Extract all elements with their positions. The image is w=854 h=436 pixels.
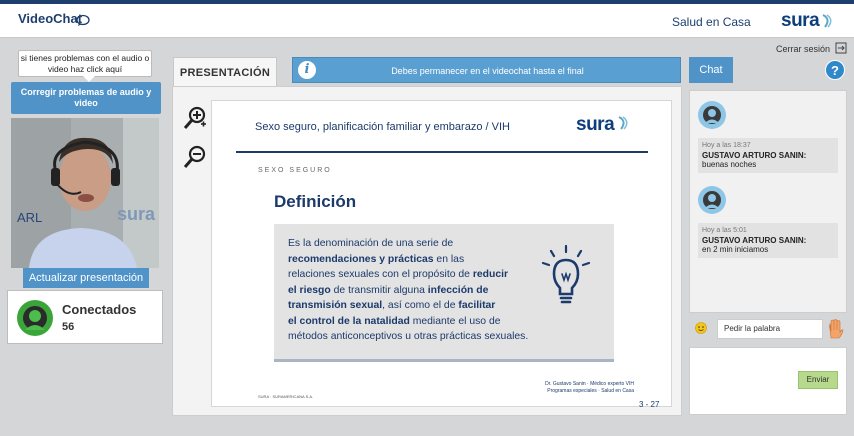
- brand-logo: sura: [781, 10, 820, 31]
- video-overlay-right: sura: [117, 204, 156, 224]
- definition-card: Es la denominación de una serie de recom…: [274, 224, 614, 362]
- definition-text: Es la denominación de una serie de recom…: [288, 238, 529, 342]
- slide-heading: Definición: [274, 192, 357, 211]
- logout-link[interactable]: Cerrar sesión: [776, 44, 830, 54]
- help-icon[interactable]: ?: [825, 60, 845, 80]
- slide-footer-left: SURA · SURAMERICANA S.A.: [258, 394, 314, 399]
- brand-wave-icon: [822, 14, 832, 28]
- connected-label: Conectados: [62, 302, 137, 317]
- top-accent-line: [0, 0, 854, 4]
- raise-hand-icon[interactable]: [826, 319, 844, 339]
- video-feed: ARL sura: [11, 118, 159, 268]
- chat-messages-panel[interactable]: Hoy a las 18:37 GUSTAVO ARTURO SANIN: bu…: [689, 90, 847, 313]
- chat-message: Hoy a las 18:37 GUSTAVO ARTURO SANIN: bu…: [698, 138, 838, 173]
- av-help-tooltip: si tienes problemas con el audio o video…: [18, 50, 152, 82]
- chat-avatar-icon: [698, 101, 726, 129]
- videochat-logo-icon: [76, 14, 90, 26]
- chat-avatar-icon: [698, 186, 726, 214]
- zoom-in-icon[interactable]: [183, 106, 207, 130]
- zoom-out-icon[interactable]: [183, 145, 207, 169]
- connected-users-card: Conectados 56: [7, 290, 163, 344]
- chat-message: Hoy a las 5:01 GUSTAVO ARTURO SANIN: en …: [698, 223, 838, 258]
- connected-avatar-icon: [17, 300, 53, 336]
- page-indicator: 3 - 27: [639, 400, 660, 409]
- presenter-video-image: ARL sura: [11, 118, 159, 268]
- info-icon: i: [298, 61, 316, 79]
- info-banner-text: Debes permanecer en el videochat hasta e…: [391, 66, 584, 76]
- refresh-presentation-button[interactable]: Actualizar presentación: [23, 268, 149, 288]
- section-title: Salud en Casa: [672, 15, 751, 29]
- slide-title: Sexo seguro, planificación familiar y em…: [255, 121, 510, 133]
- connected-count: 56: [62, 321, 75, 333]
- slide-divider: [236, 151, 648, 153]
- tab-chat[interactable]: Chat: [689, 57, 733, 83]
- slide-footer-right: Dr. Gustavo Sanin · Médico experto VIH P…: [545, 381, 634, 394]
- send-button[interactable]: Enviar: [798, 371, 838, 389]
- top-bar: VideoChat Salud en Casa sura: [0, 0, 854, 38]
- emoji-icon[interactable]: [695, 322, 707, 334]
- presentation-slide: Sexo seguro, planificación familiar y em…: [211, 100, 672, 407]
- slide-section-label: SEXO SEGURO: [258, 167, 332, 174]
- app-logo-text: VideoChat: [18, 11, 83, 26]
- slide-brand-wave-icon: [618, 116, 628, 130]
- logout-icon[interactable]: [835, 42, 847, 54]
- slide-brand-logo: sura: [576, 114, 615, 135]
- video-overlay-left: ARL: [17, 210, 42, 225]
- tab-presentation[interactable]: PRESENTACIÓN: [173, 57, 277, 87]
- fix-audio-video-button[interactable]: Corregir problemas de audio y video: [11, 82, 161, 114]
- lightbulb-icon: [541, 244, 591, 304]
- ask-to-speak-button[interactable]: Pedir la palabra: [717, 319, 823, 339]
- info-banner: Debes permanecer en el videochat hasta e…: [292, 57, 681, 83]
